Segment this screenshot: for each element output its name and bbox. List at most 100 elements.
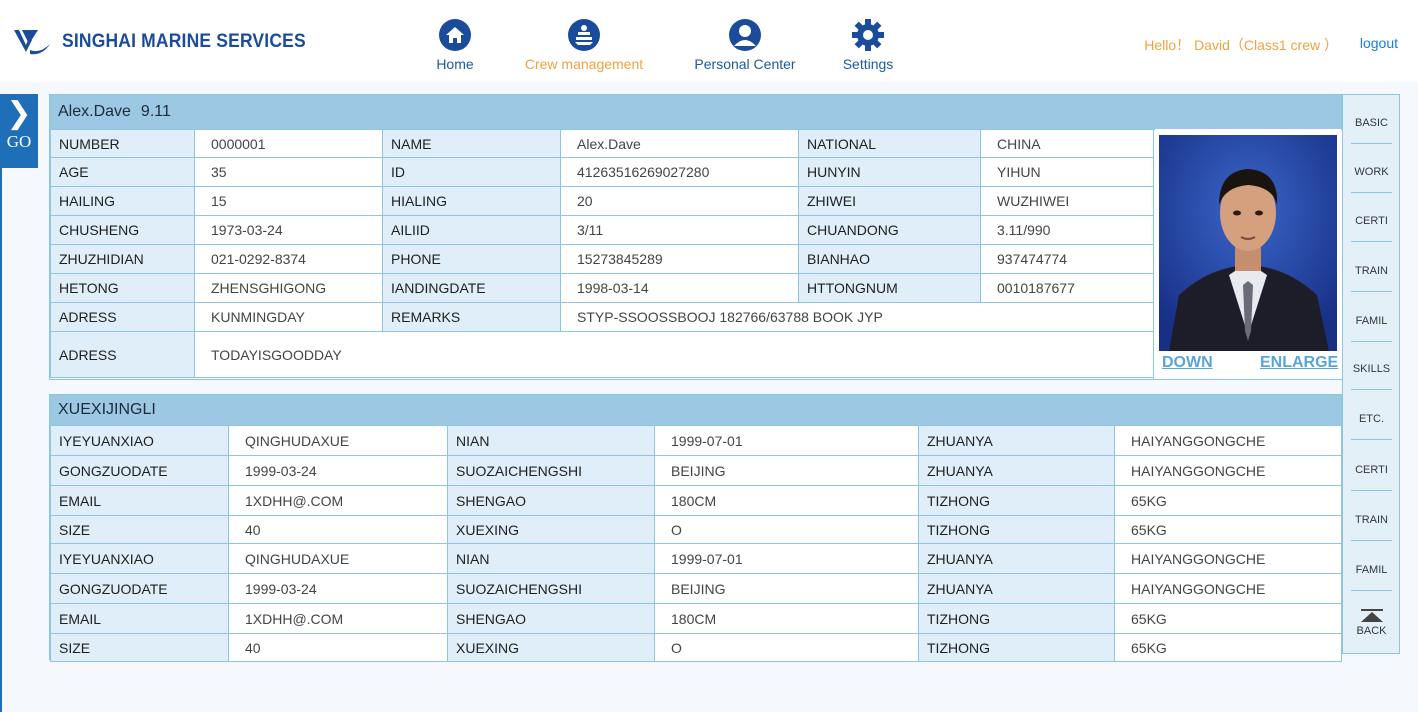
field-value: 1XDHH@.COM	[228, 485, 448, 516]
field-value: 65KG	[1114, 603, 1342, 634]
field-value: 0010187677	[980, 273, 1155, 303]
field-value: CHINA	[980, 129, 1155, 158]
field-label: ZHUANYA	[918, 455, 1115, 486]
field-label: PHONE	[382, 244, 561, 274]
nav-crew-management[interactable]: Crew management	[523, 18, 645, 72]
field-value: 20	[560, 186, 799, 216]
profile-title-name: Alex.Dave	[58, 103, 131, 120]
field-value: 65KG	[1114, 633, 1342, 662]
side-nav-divider	[1351, 341, 1392, 342]
back-to-top-button[interactable]: BACK	[1349, 609, 1394, 637]
field-value: YIHUN	[980, 157, 1155, 187]
brand-mark-icon	[14, 30, 50, 55]
field-value: 1999-07-01	[654, 425, 919, 456]
nav-settings-label: Settings	[842, 56, 894, 72]
field-value: BEIJING	[654, 455, 919, 486]
field-label: ZHIWEI	[798, 186, 981, 216]
field-label: ZHUANYA	[918, 543, 1115, 574]
logout-link[interactable]: logout	[1360, 35, 1398, 51]
field-label: HTTONGNUM	[798, 273, 981, 303]
profile-row: ADRESS KUNMINGDAY REMARKS STYP-SSOOSSBOOJ 1…	[50, 302, 1155, 332]
field-value: 1999-03-24	[228, 573, 448, 604]
side-nav-item-certi[interactable]: CERTI	[1349, 464, 1394, 476]
side-nav-item-basic[interactable]: BASIC	[1349, 117, 1394, 129]
side-nav-item-famil[interactable]: FAMIL	[1349, 315, 1394, 327]
profile-table: NUMBER 0000001 NAME Alex.Dave NATIONAL CHINA A…	[50, 129, 1155, 378]
study-row: IYEYUANXIAO QINGHUDAXUE NIAN 1999-07-01 ZHUA…	[50, 425, 1342, 456]
field-value: TODAYISGOODDAY	[194, 331, 1155, 378]
field-label: ZHUANYA	[918, 425, 1115, 456]
profile-row: HETONG ZHENSGHIGONG IANDINGDATE 1998-03-14 H…	[50, 273, 1155, 303]
side-nav-divider	[1351, 439, 1392, 440]
field-value: QINGHUDAXUE	[228, 425, 448, 456]
study-row: GONGZUODATE 1999-03-24 SUOZAICHENGSHI BEIJI…	[50, 455, 1342, 486]
study-row: EMAIL 1XDHH@.COM SHENGAO 180CM TIZHONG 65KG	[50, 603, 1342, 634]
field-label: CHUANDONG	[798, 215, 981, 245]
side-nav-item-famil[interactable]: FAMIL	[1349, 564, 1394, 576]
go-label: GO	[6, 132, 32, 151]
field-label: ADRESS	[50, 331, 195, 378]
field-value: STYP-SSOOSSBOOJ 182766/63788 BOOK JYP	[560, 302, 1155, 332]
nav-settings[interactable]: Settings	[840, 18, 896, 72]
study-row: GONGZUODATE 1999-03-24 SUOZAICHENGSHI BEIJI…	[50, 573, 1342, 604]
profile-row: ZHUZHIDIAN 021-0292-8374 PHONE 15273845289 B…	[50, 244, 1155, 274]
chevron-right-icon: ❯	[6, 97, 32, 130]
field-value: 65KG	[1114, 515, 1342, 544]
field-label: NIAN	[447, 425, 655, 456]
field-label: HETONG	[50, 273, 195, 303]
field-label: NUMBER	[50, 129, 195, 158]
field-label: GONGZUODATE	[50, 573, 229, 604]
field-label: REMARKS	[382, 302, 561, 332]
photo-actions: DOWN ENLARGE	[1154, 354, 1343, 378]
enlarge-photo-link[interactable]: ENLARGE	[1260, 354, 1338, 372]
field-label: SHENGAO	[447, 485, 655, 516]
profile-row: HAILING 15 HIALING 20 ZHIWEI WUZHIWEI	[50, 186, 1155, 216]
field-value: 180CM	[654, 485, 919, 516]
field-value: 1XDHH@.COM	[228, 603, 448, 634]
top-header: SINGHAI MARINE SERVICES Home Crew manage…	[0, 0, 1418, 82]
nav-home[interactable]: Home	[432, 18, 478, 72]
photo-section: DOWN ENLARGE	[1153, 130, 1342, 379]
back-top-icon	[1360, 612, 1383, 622]
study-row: SIZE 40 XUEXING O TIZHONG 65KG	[50, 515, 1342, 544]
field-label: XUEXING	[447, 515, 655, 544]
nav-personal-label: Personal Center	[694, 56, 796, 72]
field-value: KUNMINGDAY	[194, 302, 383, 332]
field-value: 0000001	[194, 129, 383, 158]
download-photo-link[interactable]: DOWN	[1162, 354, 1213, 372]
field-label: CHUSHENG	[50, 215, 195, 245]
field-value: HAIYANGGONGCHE	[1114, 425, 1342, 456]
field-label: TIZHONG	[918, 603, 1115, 634]
side-nav-divider	[1351, 590, 1392, 591]
field-value: 021-0292-8374	[194, 244, 383, 274]
side-nav-item-work[interactable]: WORK	[1349, 166, 1394, 178]
go-toggle-button[interactable]: ❯ GO	[0, 94, 38, 168]
field-label: SHENGAO	[447, 603, 655, 634]
field-value: 65KG	[1114, 485, 1342, 516]
study-panel: XUEXIJINGLI IYEYUANXIAO QINGHUDAXUE NIAN 19…	[49, 394, 1342, 662]
side-nav-divider	[1351, 389, 1392, 390]
field-value: 40	[228, 515, 448, 544]
side-nav-item-train[interactable]: TRAIN	[1349, 265, 1394, 277]
side-nav-item-certi[interactable]: CERTI	[1349, 215, 1394, 227]
field-value: Alex.Dave	[560, 129, 799, 158]
field-label: BIANHAO	[798, 244, 981, 274]
brand-logo[interactable]: SINGHAI MARINE SERVICES	[12, 26, 327, 58]
field-label: AILIID	[382, 215, 561, 245]
field-value: 180CM	[654, 603, 919, 634]
field-label: AGE	[50, 157, 195, 187]
field-value: 15273845289	[560, 244, 799, 274]
side-nav-item-train[interactable]: TRAIN	[1349, 514, 1394, 526]
section-side-nav: BASIC WORK CERTI TRAIN FAMIL SKILLS ETC. CERTI T…	[1342, 94, 1400, 654]
side-nav-item-etc[interactable]: ETC.	[1349, 413, 1394, 425]
nav-personal-center[interactable]: Personal Center	[692, 18, 798, 72]
profile-row: CHUSHENG 1973-03-24 AILIID 3/11 CHUANDONG 3.1…	[50, 215, 1155, 245]
back-label: BACK	[1356, 625, 1387, 637]
profile-title-number: 9.11	[140, 103, 171, 120]
field-label: SUOZAICHENGSHI	[447, 573, 655, 604]
side-nav-item-skills[interactable]: SKILLS	[1349, 363, 1394, 375]
field-value: HAIYANGGONGCHE	[1114, 543, 1342, 574]
field-value: ZHENSGHIGONG	[194, 273, 383, 303]
crew-icon	[568, 19, 600, 51]
field-label: ZHUANYA	[918, 573, 1115, 604]
